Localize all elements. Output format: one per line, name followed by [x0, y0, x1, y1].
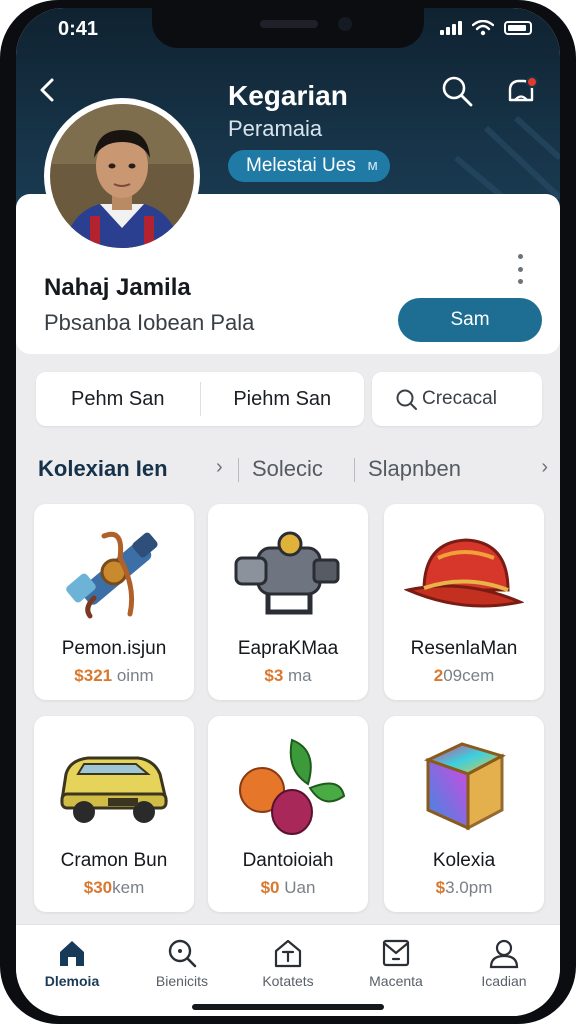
avatar-photo: [50, 104, 194, 248]
product-name: Kolexia: [432, 850, 496, 871]
nav-label: Icadian: [481, 973, 527, 989]
search-icon[interactable]: [440, 74, 474, 108]
helmet-icon: [404, 538, 524, 608]
status-icons: [440, 20, 532, 36]
notification-dot: [526, 76, 538, 88]
product-name: Cramon Bun: [60, 850, 168, 871]
product-price: $3.0pm: [384, 878, 544, 898]
page-subtitle: Peramaia: [228, 116, 323, 141]
phone-frame: 0:41 Kegarian Peramaia Melestai Ues ᴍ Na…: [0, 0, 576, 1024]
gem-cube-icon: [424, 742, 506, 831]
nav-label: Kotatets: [262, 973, 314, 989]
product-name: Pemon.isjun: [61, 638, 167, 659]
product-card[interactable]: Cramon Bun $30kem: [34, 716, 194, 912]
price-amount: $3: [264, 666, 284, 685]
nav-item-mail[interactable]: Macenta: [346, 937, 446, 1001]
product-name: EapraKMaa: [237, 638, 339, 659]
price-amount: $0: [260, 878, 280, 897]
nav-item-search[interactable]: Bienicits: [132, 937, 232, 1001]
product-card[interactable]: Pemon.isjun $321 oinm: [34, 504, 194, 700]
search-placeholder: Crecacal: [422, 388, 497, 409]
wifi-icon: [472, 20, 494, 36]
primary-action-button[interactable]: Sam: [398, 298, 542, 342]
home-indicator: [192, 1004, 384, 1010]
cannon-icon: [66, 531, 158, 619]
search-icon: [396, 389, 417, 410]
back-arrow-icon[interactable]: [32, 74, 64, 106]
category-divider: [354, 458, 355, 482]
avatar[interactable]: [44, 98, 200, 254]
search-icon: [168, 939, 197, 968]
page-title: Kegarian: [228, 80, 348, 111]
battery-icon: [504, 21, 532, 35]
category-item[interactable]: Solecic: [252, 456, 323, 482]
car-icon: [60, 756, 168, 823]
price-amount: $30: [83, 878, 113, 897]
chevron-right-icon: ›: [216, 456, 223, 478]
price-suffix: oinm: [116, 666, 154, 685]
segment-option-2[interactable]: Piehm San: [201, 372, 365, 426]
nav-item-home[interactable]: Dlemoia: [22, 937, 122, 1001]
price-suffix: kem: [112, 878, 145, 897]
price-amount: $321: [74, 666, 113, 685]
category-item[interactable]: Slapnben: [368, 456, 461, 482]
price-suffix: 09cem: [443, 666, 495, 685]
badge-icon: ᴍ: [367, 157, 378, 174]
product-price: 209cem: [384, 666, 544, 686]
product-card[interactable]: Dantoioiah $0 Uan: [208, 716, 368, 912]
product-name: Dantoioiah: [242, 850, 334, 871]
status-badge[interactable]: Melestai Ues ᴍ: [228, 150, 390, 182]
product-name: ResenlaMan: [410, 638, 518, 659]
product-price: $30kem: [34, 878, 194, 898]
user-subtitle: Pbsanba Iobean Pala: [44, 310, 255, 335]
price-amount: 2: [433, 666, 444, 685]
chevron-right-icon[interactable]: ›: [541, 456, 548, 479]
house-outline-icon: [274, 939, 302, 968]
notch: [152, 8, 424, 48]
profile-icon: [489, 939, 519, 969]
nav-label: Dlemoia: [44, 973, 100, 989]
home-icon: [60, 941, 84, 966]
price-amount: $: [435, 878, 446, 897]
price-suffix: Uan: [284, 878, 316, 897]
signal-icon: [440, 21, 462, 35]
product-price: $321 oinm: [34, 666, 194, 686]
product-card[interactable]: EapraKMaa $3 ma: [208, 504, 368, 700]
search-input[interactable]: Crecacal: [372, 372, 542, 426]
product-price: $3 ma: [208, 666, 368, 686]
nav-item-house[interactable]: Kotatets: [238, 937, 338, 1001]
nav-item-profile[interactable]: Icadian: [454, 937, 554, 1001]
more-options-icon[interactable]: [514, 254, 526, 284]
nav-label: Macenta: [369, 973, 423, 989]
product-card[interactable]: Kolexia $3.0pm: [384, 716, 544, 912]
bottom-nav: Dlemoia Bienicits Kotatets Macenta Icadi…: [16, 924, 560, 1016]
badge-label: Melestai Ues: [246, 155, 356, 176]
status-time: 0:41: [58, 18, 99, 40]
user-name: Nahaj Jamila: [44, 274, 191, 301]
nav-label: Bienicits: [155, 973, 209, 989]
product-card[interactable]: ResenlaMan 209cem: [384, 504, 544, 700]
mail-icon: [382, 939, 410, 967]
segment-control: Pehm San Piehm San: [36, 372, 364, 426]
category-divider: [238, 458, 239, 482]
category-active[interactable]: Kolexian Ien: [38, 456, 168, 482]
category-tabs: Kolexian Ien › Solecic Slapnben ›: [38, 456, 548, 486]
fruit-icon: [239, 738, 346, 835]
segment-option-1[interactable]: Pehm San: [36, 372, 200, 426]
app-screen: 0:41 Kegarian Peramaia Melestai Ues ᴍ Na…: [16, 8, 560, 1016]
price-suffix: 3.0pm: [445, 878, 493, 897]
gear-cannon-icon: [234, 531, 340, 615]
product-price: $0 Uan: [208, 878, 368, 898]
price-suffix: ma: [288, 666, 312, 685]
